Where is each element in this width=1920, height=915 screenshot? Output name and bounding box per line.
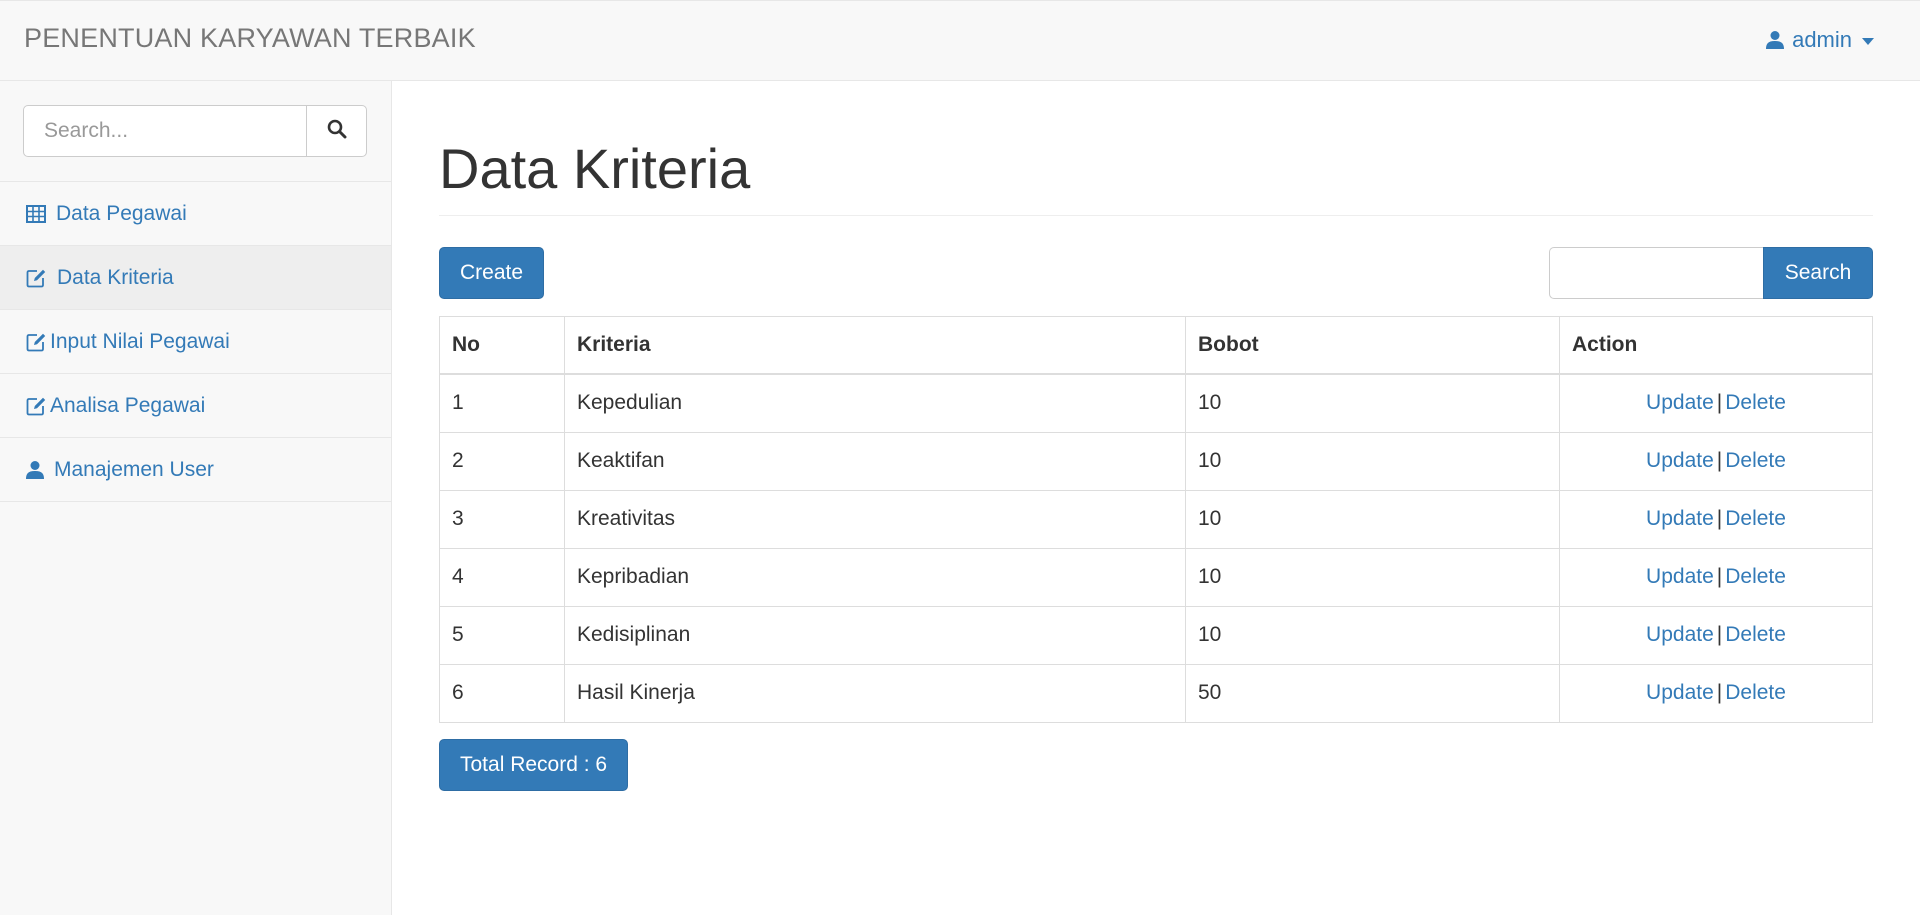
update-link[interactable]: Update [1646,391,1714,414]
sidebar-item-analisa-pegawai[interactable]: Analisa Pegawai [0,374,391,438]
create-button[interactable]: Create [439,246,545,299]
update-link[interactable]: Update [1646,507,1714,530]
sidebar-item-input-nilai-pegawai[interactable]: Input Nilai Pegawai [0,310,391,374]
cell-no: 3 [439,489,565,549]
sidebar-item-data-pegawai[interactable]: Data Pegawai [0,182,391,246]
column-header-no: No [439,315,565,376]
caret-down-icon [1862,37,1874,45]
action-separator: | [1716,449,1723,473]
cell-action: Update | Delete [1559,489,1873,549]
delete-link[interactable]: Delete [1725,681,1786,704]
table-icon [26,204,46,223]
sidebar-search-group [0,81,391,182]
cell-kriteria: Kreativitas [564,489,1186,549]
user-icon [1766,30,1785,50]
update-link[interactable]: Update [1646,449,1714,472]
page-header: Data Kriteria [439,138,1873,216]
table-search-input[interactable] [1549,246,1763,299]
cell-bobot: 10 [1185,489,1560,549]
user-icon [26,460,44,480]
table-header-row: No Kriteria Bobot Action [439,315,1873,376]
table-search-group: Search [1549,246,1873,299]
cell-no: 6 [439,663,565,723]
cell-bobot: 50 [1185,663,1560,723]
sidebar-item-data-kriteria[interactable]: Data Kriteria [0,246,391,310]
delete-link[interactable]: Delete [1725,565,1786,588]
table-row: 4 Kepribadian 10 Update | Delete [439,547,1873,607]
cell-action: Update | Delete [1559,431,1873,491]
table-row: 5 Kedisiplinan 10 Update | Delete [439,605,1873,665]
cell-action: Update | Delete [1559,373,1873,433]
sidebar-item-label: Analisa Pegawai [50,393,206,417]
cell-no: 2 [439,431,565,491]
cell-kriteria: Kedisiplinan [564,605,1186,665]
delete-link[interactable]: Delete [1725,391,1786,414]
delete-link[interactable]: Delete [1725,449,1786,472]
sidebar-item-label: Data Kriteria [57,265,174,289]
cell-no: 5 [439,605,565,665]
table-row: 1 Kepedulian 10 Update | Delete [439,373,1873,433]
update-link[interactable]: Update [1646,565,1714,588]
cell-bobot: 10 [1185,547,1560,607]
action-separator: | [1716,565,1723,589]
column-header-action: Action [1559,315,1873,376]
cell-kriteria: Kepedulian [564,373,1186,433]
table-row: 3 Kreativitas 10 Update | Delete [439,489,1873,549]
user-name-label: admin [1792,27,1852,52]
table-row: 2 Keaktifan 10 Update | Delete [439,431,1873,491]
cell-kriteria: Kepribadian [564,547,1186,607]
action-separator: | [1716,623,1723,647]
action-separator: | [1716,507,1723,531]
sidebar-item-manajemen-user[interactable]: Manajemen User [0,438,391,502]
sidebar-search-button[interactable] [306,105,367,157]
cell-action: Update | Delete [1559,663,1873,723]
cell-no: 4 [439,547,565,607]
search-icon [327,119,347,144]
cell-action: Update | Delete [1559,605,1873,665]
table-toolbar: Create Search [439,246,1873,299]
app-brand[interactable]: PENENTUAN KARYAWAN TERBAIK [24,23,476,54]
table-row: 6 Hasil Kinerja 50 Update | Delete [439,663,1873,723]
cell-kriteria: Hasil Kinerja [564,663,1186,723]
main-content: Data Kriteria Create Search No Kriteria … [439,81,1873,791]
cell-bobot: 10 [1185,431,1560,491]
column-header-bobot: Bobot [1185,315,1560,376]
top-navbar: PENENTUAN KARYAWAN TERBAIK admin [0,0,1920,81]
edit-icon [26,268,47,288]
delete-link[interactable]: Delete [1725,623,1786,646]
sidebar-search-input[interactable] [23,105,307,157]
cell-bobot: 10 [1185,605,1560,665]
kriteria-table: No Kriteria Bobot Action 1 Kepedulian 10… [439,315,1873,723]
update-link[interactable]: Update [1646,623,1714,646]
sidebar-item-label: Manajemen User [54,457,214,481]
page-title: Data Kriteria [439,137,751,200]
user-menu-dropdown[interactable]: admin [1766,27,1874,53]
edit-icon [26,396,47,416]
update-link[interactable]: Update [1646,681,1714,704]
action-separator: | [1716,681,1723,705]
edit-icon [26,332,47,352]
sidebar-item-label: Input Nilai Pegawai [50,329,230,353]
action-separator: | [1716,391,1723,415]
cell-bobot: 10 [1185,373,1560,433]
sidebar: Data Pegawai Data Kriteria Input Nilai P… [0,81,392,915]
cell-action: Update | Delete [1559,547,1873,607]
search-button[interactable]: Search [1763,246,1873,299]
column-header-kriteria: Kriteria [564,315,1186,376]
total-record-badge: Total Record : 6 [439,738,629,791]
delete-link[interactable]: Delete [1725,507,1786,530]
sidebar-item-label: Data Pegawai [56,201,187,225]
cell-kriteria: Keaktifan [564,431,1186,491]
cell-no: 1 [439,373,565,433]
